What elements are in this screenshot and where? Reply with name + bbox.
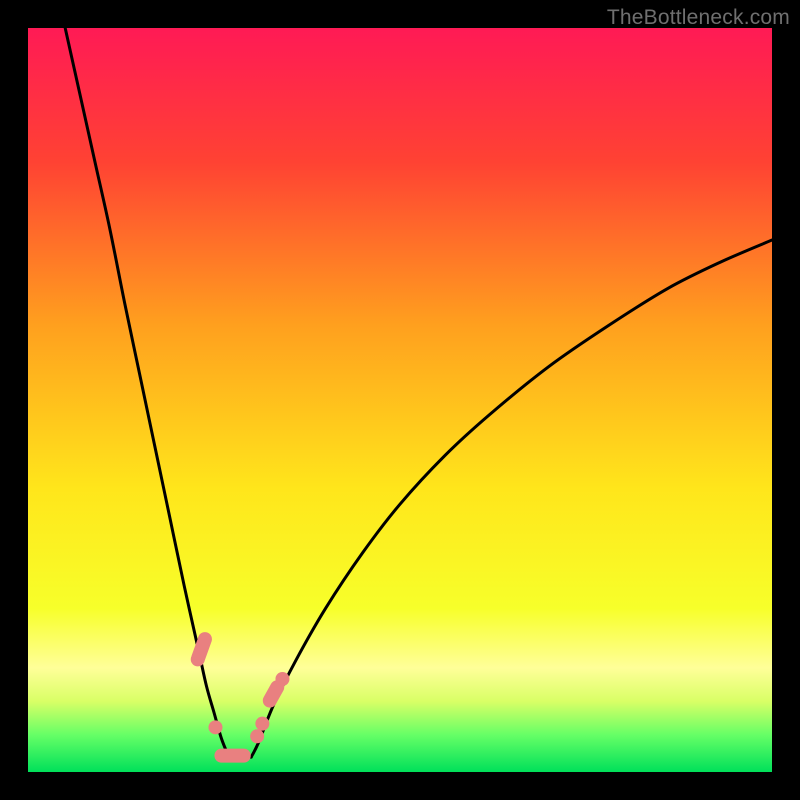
chart-svg: [28, 28, 772, 772]
marker-dot: [255, 717, 269, 731]
marker-dot: [208, 720, 222, 734]
marker-dot: [250, 729, 264, 743]
marker-dot: [275, 672, 289, 686]
gradient-bg: [28, 28, 772, 772]
marker-capsule: [270, 687, 277, 700]
marker-dot: [191, 652, 205, 666]
watermark-text: TheBottleneck.com: [607, 6, 790, 30]
chart-frame: [28, 28, 772, 772]
marker-dot: [198, 632, 212, 646]
